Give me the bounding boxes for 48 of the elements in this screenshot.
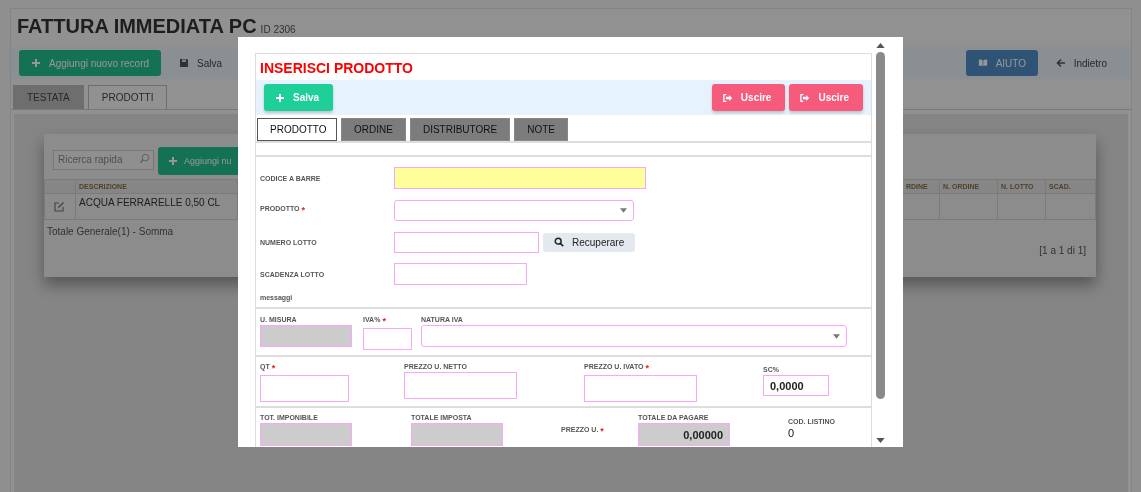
field-value: 0 <box>788 427 796 439</box>
field-value: 0,0000 <box>769 379 805 392</box>
dialog-title: INSERISCI PRODOTTO <box>259 59 414 78</box>
caret-icon <box>833 333 840 339</box>
exit-button[interactable]: Uscire <box>711 84 786 111</box>
record-id: ID 2306 <box>260 24 296 35</box>
total-summary: Totale Generale(1) - Somma <box>47 226 174 239</box>
select-field[interactable] <box>421 325 847 347</box>
input-field[interactable] <box>394 167 646 189</box>
input-field[interactable] <box>394 263 527 285</box>
plus-icon <box>168 156 178 166</box>
input-field[interactable] <box>260 375 349 402</box>
book-icon <box>977 58 988 68</box>
exit-button[interactable]: Uscire <box>789 84 863 111</box>
back-button[interactable]: Indietro <box>1043 50 1119 76</box>
input-field[interactable] <box>584 375 697 402</box>
sign-out-icon <box>722 92 733 103</box>
page-tab[interactable]: TESTATA <box>13 85 84 109</box>
retrieve-button[interactable]: Recuperare <box>543 232 636 252</box>
search-icon <box>554 237 564 247</box>
input-field[interactable]: 0,0000 <box>763 375 829 396</box>
scrollbar[interactable] <box>874 43 886 443</box>
plus-icon <box>31 58 41 68</box>
table-cell <box>1046 194 1096 220</box>
page-title: FATTURA IMMEDIATA PC <box>17 15 257 38</box>
floppy-icon <box>179 58 190 68</box>
pager-text: [1 a 1 di 1] <box>1039 245 1086 256</box>
dialog-tab[interactable]: DISTRIBUTORE <box>409 118 511 141</box>
help-button[interactable]: AIUTO <box>965 50 1038 76</box>
input-field[interactable] <box>363 328 412 350</box>
scroll-thumb[interactable] <box>875 52 885 399</box>
arrow-left-icon <box>1055 58 1066 68</box>
save-button[interactable]: Salva <box>167 50 235 76</box>
input-field[interactable] <box>394 231 539 253</box>
page-tab[interactable]: PRODOTTI <box>87 85 168 109</box>
plus-icon <box>275 92 285 103</box>
dialog-tab[interactable]: NOTE <box>514 118 568 141</box>
dialog-tab[interactable]: ORDINE <box>341 118 406 141</box>
dialog-tab[interactable]: PRODOTTO <box>257 118 337 141</box>
scroll-down-icon[interactable] <box>875 438 885 443</box>
search-icon <box>139 153 150 164</box>
select-field[interactable] <box>394 199 634 221</box>
input-field[interactable] <box>404 372 517 399</box>
field-value: 0,00000 <box>682 428 724 441</box>
edit-icon[interactable] <box>53 201 65 213</box>
caret-icon <box>620 207 627 213</box>
sign-out-icon <box>800 92 811 103</box>
search-field[interactable]: Ricerca rapida <box>53 149 154 170</box>
